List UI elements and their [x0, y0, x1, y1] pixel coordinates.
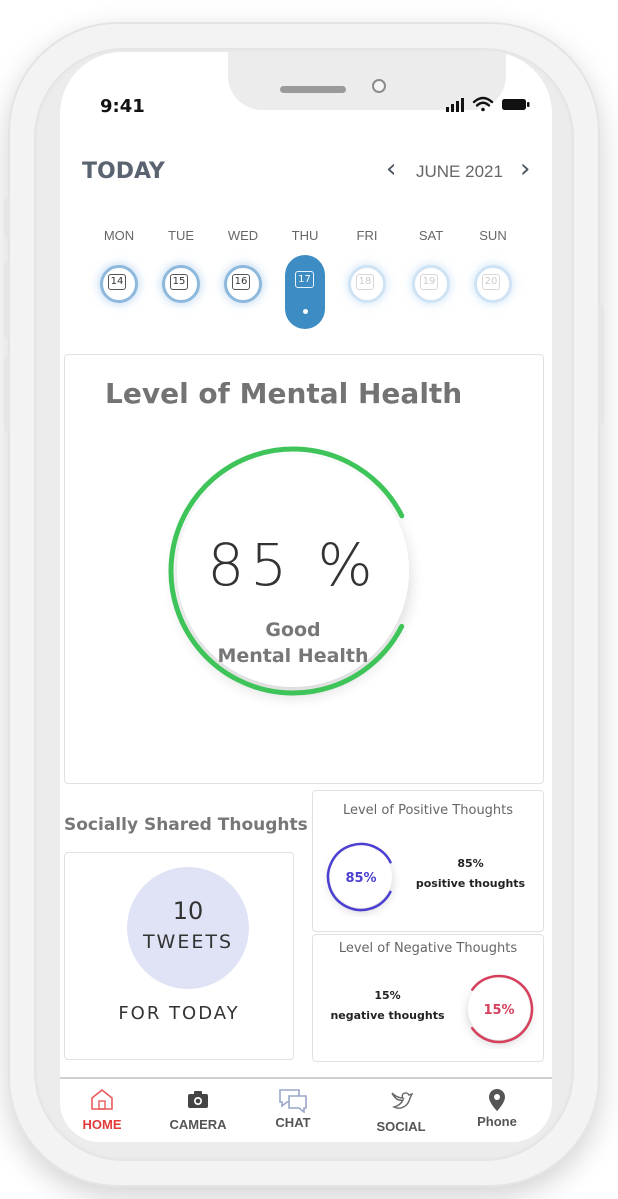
tab-home[interactable]: HOME	[62, 1087, 142, 1132]
positive-caption: positive thoughts	[415, 877, 526, 890]
day-date: 20	[482, 274, 500, 290]
positive-percent: 85%	[457, 857, 484, 870]
mental-health-title: Level of Mental Health	[105, 377, 463, 410]
chat-icon	[279, 1089, 307, 1114]
mental-health-card: Level of Mental Health 85 % Good Mental …	[64, 354, 544, 784]
chevron-left-icon[interactable]: ‹	[386, 154, 396, 184]
status-icons	[446, 96, 530, 112]
side-button-volume-up	[4, 262, 10, 338]
day-name: SUN	[479, 228, 507, 243]
mental-health-label-1: Good	[265, 619, 321, 641]
mental-health-label-2: Mental Health	[217, 645, 369, 667]
day-date: 16	[232, 274, 250, 290]
day-date: 18	[356, 274, 374, 290]
tab-label: CAMERA	[169, 1117, 227, 1132]
bird-icon	[391, 1092, 414, 1109]
chevron-right-icon[interactable]: ›	[520, 154, 530, 184]
negative-percent: 15%	[374, 989, 401, 1002]
negative-ring-value: 15%	[483, 1003, 514, 1018]
day-name: TUE	[168, 228, 194, 243]
day-name: MON	[103, 228, 135, 243]
day-sun[interactable]: SUN 20	[468, 228, 518, 303]
day-name: WED	[227, 228, 259, 243]
day-name: SAT	[418, 228, 444, 243]
side-button-volume-down	[4, 356, 10, 432]
home-icon	[91, 1088, 113, 1110]
camera-icon	[188, 1091, 208, 1108]
tweets-circle: 10 TWEETS	[127, 867, 249, 989]
tweets-caption: FOR TODAY	[118, 1003, 240, 1024]
mental-health-gauge: 85 % Good Mental Health	[163, 435, 423, 715]
negative-ring: 15%	[464, 974, 534, 1044]
side-button-mute	[4, 198, 10, 238]
calendar-icon: 16	[224, 265, 262, 303]
selected-day-pill: 17	[285, 255, 325, 329]
day-thu[interactable]: THU 17	[280, 228, 330, 329]
day-wed[interactable]: WED 16	[218, 228, 268, 303]
day-sat[interactable]: SAT 19	[406, 228, 456, 303]
positive-thoughts-card[interactable]: Level of Positive Thoughts 85% 85% posit…	[312, 790, 544, 932]
negative-thoughts-card[interactable]: Level of Negative Thoughts 15% negative …	[312, 934, 544, 1062]
tab-label: CHAT	[275, 1115, 311, 1130]
battery-icon	[502, 99, 530, 110]
selected-dot	[303, 309, 308, 314]
speaker-grill	[280, 86, 346, 93]
negative-caption: negative thoughts	[330, 1009, 445, 1022]
calendar-icon: 18	[348, 265, 386, 303]
tab-camera[interactable]: CAMERA	[158, 1087, 238, 1132]
positive-ring: 85%	[326, 842, 396, 912]
positive-thoughts-title: Level of Positive Thoughts	[342, 803, 514, 818]
tweets-card[interactable]: 10 TWEETS FOR TODAY	[64, 852, 294, 1060]
tab-social[interactable]: SOCIAL	[361, 1087, 441, 1134]
page-title: TODAY	[82, 159, 165, 184]
tab-chat[interactable]: CHAT	[253, 1087, 333, 1130]
wifi-icon	[472, 96, 494, 112]
day-tue[interactable]: TUE 15	[156, 228, 206, 303]
location-pin-icon	[489, 1089, 505, 1111]
status-time: 9:41	[100, 96, 145, 117]
signal-icon	[446, 98, 464, 112]
tab-label: Phone	[477, 1114, 517, 1129]
bottom-tab-bar: HOME CAMERA CHAT SOCIAL Phone	[60, 1077, 552, 1142]
calendar-icon: 19	[412, 265, 450, 303]
day-date: 17	[295, 271, 314, 288]
calendar-icon: 20	[474, 265, 512, 303]
tab-label: SOCIAL	[376, 1119, 426, 1134]
mental-health-value: 85 %	[207, 531, 379, 599]
calendar-icon: 15	[162, 265, 200, 303]
day-date: 19	[420, 274, 438, 290]
shared-thoughts-title: Socially Shared Thoughts	[64, 815, 308, 835]
tweets-unit: TWEETS	[142, 931, 234, 953]
front-camera	[372, 79, 386, 93]
positive-ring-value: 85%	[345, 871, 376, 886]
negative-thoughts-title: Level of Negative Thoughts	[338, 941, 518, 956]
side-button-power	[598, 305, 604, 425]
tweets-count: 10	[172, 897, 204, 925]
month-label: JUNE 2021	[416, 162, 503, 181]
day-name: FRI	[356, 228, 378, 243]
day-mon[interactable]: MON 14	[94, 228, 144, 303]
tab-label: HOME	[82, 1117, 122, 1132]
day-fri[interactable]: FRI 18	[342, 228, 392, 303]
day-name: THU	[291, 228, 319, 243]
calendar-icon: 14	[100, 265, 138, 303]
phone-screen: 9:41 TODAY ‹ JUNE 2021 › MON 14 TUE 15 W…	[60, 52, 552, 1142]
day-date: 14	[108, 274, 126, 290]
tab-phone[interactable]: Phone	[457, 1087, 537, 1129]
month-navigator: ‹ JUNE 2021 ›	[386, 154, 536, 186]
day-date: 15	[170, 274, 188, 290]
week-strip: MON 14 TUE 15 WED 16 THU 17 FRI 18 SAT 1…	[80, 228, 540, 338]
